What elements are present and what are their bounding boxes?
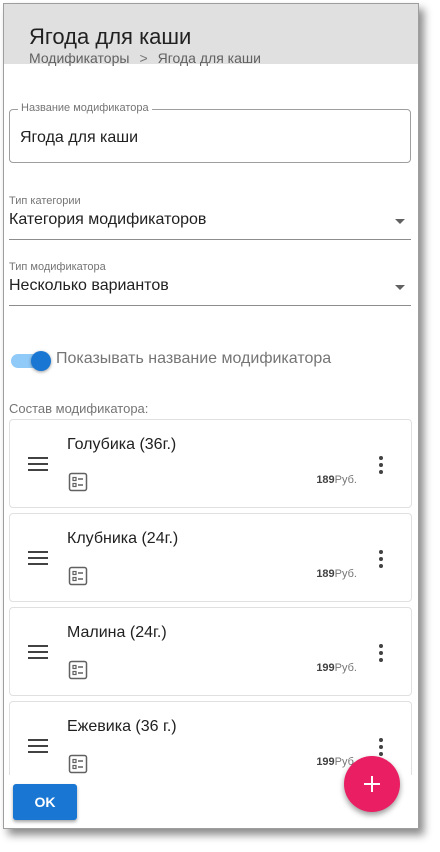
drag-handle-icon[interactable] [28, 739, 48, 753]
category-type-value: Категория модификаторов [9, 211, 207, 228]
dropdown-arrow-icon[interactable] [395, 219, 405, 224]
item-currency: Руб. [334, 474, 357, 486]
modifier-dialog: Ягода для каши Модификаторы > Ягода для ка… [3, 3, 419, 829]
category-type-select[interactable]: Тип категории Категория модификаторов [9, 195, 411, 240]
more-vert-icon[interactable] [379, 550, 383, 568]
page-title: Ягода для каши [29, 24, 192, 49]
drag-handle-icon[interactable] [28, 551, 48, 565]
toggle-thumb[interactable] [31, 351, 51, 371]
item-price-value: 189 [316, 568, 335, 580]
breadcrumb-separator: > [139, 50, 148, 66]
show-name-toggle-label: Показывать название модификатора [56, 350, 332, 367]
modifier-type-select[interactable]: Тип модификатора Несколько вариантов [9, 261, 411, 306]
breadcrumb-current: Ягода для каши [157, 50, 261, 66]
modifier-type-label: Тип модификатора [9, 261, 106, 273]
ok-button[interactable]: OK [13, 784, 77, 820]
item-price-value: 199 [316, 756, 335, 768]
item-price-value: 199 [316, 662, 335, 674]
breadcrumb: Модификаторы > Ягода для каши [29, 50, 261, 66]
item-name: Малина (24г.) [67, 624, 167, 641]
details-icon [68, 472, 88, 492]
add-item-button[interactable] [344, 756, 400, 812]
dropdown-arrow-icon[interactable] [395, 285, 405, 290]
modifier-name-field[interactable]: Название модификатора Ягода для каши [9, 102, 411, 163]
modifier-name-label: Название модификатора [18, 102, 152, 114]
list-item[interactable]: Клубника (24г.) 189Руб. [9, 513, 412, 602]
item-currency: Руб. [334, 662, 357, 674]
item-price: 189Руб. [316, 474, 357, 486]
category-type-label: Тип категории [9, 195, 81, 207]
item-price-value: 189 [316, 474, 335, 486]
modifier-items-list[interactable]: Голубика (36г.) 189Руб. Клубника (24г.) [9, 419, 412, 775]
item-currency: Руб. [334, 568, 357, 580]
details-icon [68, 754, 88, 774]
item-name: Ежевика (36 г.) [67, 718, 177, 735]
drag-handle-icon[interactable] [28, 645, 48, 659]
details-icon [68, 660, 88, 680]
modifier-name-value[interactable]: Ягода для каши [20, 129, 138, 147]
details-icon [68, 566, 88, 586]
modifier-type-value: Несколько вариантов [9, 277, 169, 294]
more-vert-icon[interactable] [379, 456, 383, 474]
breadcrumb-parent-link[interactable]: Модификаторы [29, 50, 129, 66]
more-vert-icon[interactable] [379, 738, 383, 756]
drag-handle-icon[interactable] [28, 457, 48, 471]
list-item[interactable]: Голубика (36г.) 189Руб. [9, 419, 412, 508]
item-name: Клубника (24г.) [67, 530, 179, 547]
show-name-toggle[interactable] [11, 350, 51, 372]
composition-label: Состав модификатора: [9, 401, 149, 416]
list-item[interactable]: Малина (24г.) 199Руб. [9, 607, 412, 696]
item-price: 199Руб. [316, 662, 357, 674]
item-price: 189Руб. [316, 568, 357, 580]
item-name: Голубика (36г.) [67, 436, 177, 453]
more-vert-icon[interactable] [379, 644, 383, 662]
header: Ягода для каши Модификаторы > Ягода для ка… [4, 4, 418, 66]
